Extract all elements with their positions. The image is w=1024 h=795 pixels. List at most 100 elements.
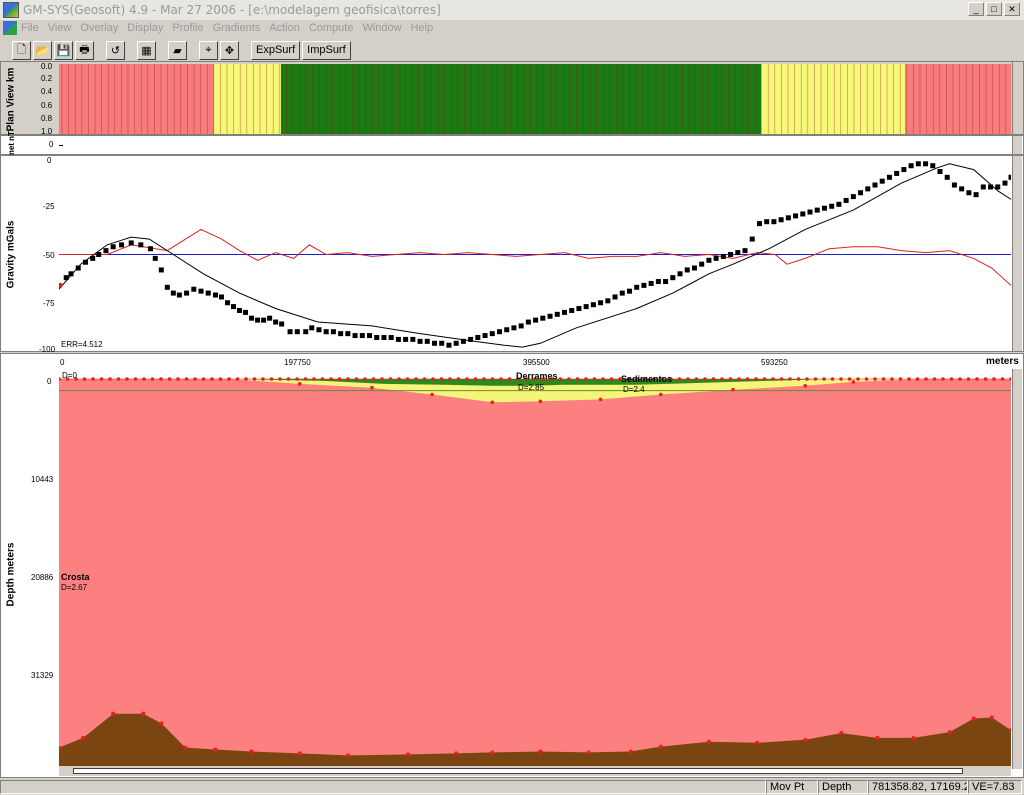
magnetic-scrollbar[interactable]	[1012, 136, 1022, 154]
menu-profile[interactable]: Profile	[172, 22, 203, 34]
surface-vertex	[507, 377, 512, 381]
surface-vertex	[856, 377, 860, 381]
gravity-observed-point	[670, 275, 676, 281]
gravity-scrollbar[interactable]	[1012, 156, 1022, 351]
menu-action[interactable]: Action	[269, 22, 300, 34]
gravity-observed-point	[988, 184, 994, 190]
menu-display[interactable]: Display	[127, 22, 163, 34]
save-icon[interactable]: 💾	[54, 40, 73, 60]
surface-vertex	[176, 377, 180, 381]
app-icon[interactable]	[3, 2, 19, 18]
menu-compute[interactable]: Compute	[309, 22, 354, 34]
new-file-icon[interactable]: 🗋	[12, 40, 31, 60]
mantle-vertex	[628, 749, 633, 754]
surface-vertex	[439, 377, 444, 381]
impsurf-button[interactable]: ImpSurf	[302, 40, 351, 60]
surface-vertex	[949, 377, 954, 381]
print-icon[interactable]: 🖶	[75, 40, 94, 60]
gravity-observed-point	[338, 331, 344, 337]
surface-vertex	[958, 377, 962, 381]
gravity-observed-point	[684, 267, 690, 273]
surface-vertex	[261, 377, 265, 381]
gravity-observed-point	[641, 282, 647, 288]
surface-vertex	[193, 377, 197, 381]
mantle-vertex	[406, 752, 411, 757]
gravity-observed-point	[699, 261, 705, 267]
document-icon[interactable]	[3, 21, 17, 35]
surface-vertex	[779, 377, 784, 381]
surface-vertex	[108, 377, 112, 381]
gravity-observed-point	[374, 334, 380, 340]
gravity-observed-point	[359, 333, 365, 339]
surface-vertex	[796, 377, 801, 381]
gravity-observed-point	[164, 284, 170, 290]
gravity-tick: -50	[43, 251, 55, 260]
gravity-observed-point	[352, 333, 358, 339]
depth-model[interactable]	[59, 369, 1011, 769]
distance-tick: 395500	[523, 358, 550, 367]
gravity-observed-point	[147, 246, 153, 252]
surface-vertex	[167, 377, 172, 381]
surface-vertex	[890, 377, 894, 381]
gravity-tick: -25	[43, 202, 55, 211]
menu-gradients[interactable]: Gradients	[213, 22, 261, 34]
body-name-crosta: Crosta	[61, 572, 90, 582]
expsurf-button[interactable]: ExpSurf	[251, 40, 301, 60]
body-density-derrames: D=2.85	[518, 383, 545, 392]
gravity-observed-point	[432, 340, 438, 346]
undo-icon[interactable]: ↺	[106, 40, 125, 60]
sediment-vertex	[658, 392, 663, 397]
gravity-observed-point	[316, 327, 322, 333]
surface-vertex	[295, 377, 299, 381]
menu-bar: File View Overlay Display Profile Gradie…	[0, 20, 1024, 36]
menu-view[interactable]: View	[48, 22, 72, 34]
gravity-observed-point	[212, 292, 218, 298]
open-folder-icon[interactable]: 📂	[33, 40, 52, 60]
menu-overlay[interactable]: Overlay	[80, 22, 118, 34]
gravity-observed-point	[1008, 174, 1011, 180]
crosshair-icon[interactable]: ⌖	[199, 40, 218, 60]
close-button[interactable]: ✕	[1004, 2, 1020, 16]
gravity-observed-point	[90, 255, 96, 261]
depth-scrollbar[interactable]	[1012, 369, 1022, 769]
plan-view-scrollbar[interactable]	[1012, 62, 1022, 134]
sediment-vertex	[598, 397, 603, 402]
gravity-observed-point	[923, 161, 929, 167]
gravity-observed-point	[82, 259, 88, 265]
body-name-sedimentos: Sedimentos	[621, 374, 673, 384]
surface-vertex	[592, 377, 597, 381]
surface-vertex	[609, 377, 614, 381]
gravity-observed-point	[417, 338, 423, 344]
surface-vertex	[822, 377, 826, 381]
gravity-observed-point	[944, 174, 950, 180]
horizontal-scrollbar[interactable]	[59, 766, 1011, 776]
gravity-observed-point	[323, 329, 329, 335]
gravity-tick: -75	[43, 299, 55, 308]
gravity-observed-point	[908, 163, 914, 169]
menu-file[interactable]: File	[21, 22, 39, 34]
surface-vertex	[278, 377, 282, 381]
maximize-button[interactable]: □	[986, 2, 1002, 16]
surface-vertex	[405, 377, 410, 381]
mantle-vertex	[803, 737, 808, 742]
gravity-observed-point	[424, 338, 430, 344]
surface-vertex	[159, 377, 163, 381]
gravity-observed-point	[915, 161, 921, 167]
gravity-observed-point	[980, 184, 986, 190]
title-bar: GM-SYS(Geosoft) 4.9 - Mar 27 2006 - [e:\…	[0, 0, 1024, 20]
gravity-plot[interactable]	[59, 158, 1011, 351]
move-point-icon[interactable]: ✥	[220, 40, 239, 60]
plan-tick: 0.8	[41, 114, 53, 123]
menu-help[interactable]: Help	[411, 22, 434, 34]
horizontal-scroll-thumb[interactable]	[73, 768, 963, 774]
gravity-observed-point	[800, 211, 806, 217]
book-icon[interactable]: ▰	[168, 40, 187, 60]
plan-view-strip[interactable]	[59, 64, 1011, 134]
menu-window[interactable]: Window	[362, 22, 401, 34]
minimize-button[interactable]: _	[968, 2, 984, 16]
gravity-observed-point	[886, 174, 892, 180]
gravity-observed-point	[605, 298, 611, 304]
calculator-icon[interactable]: ▦	[137, 40, 156, 60]
surface-vertex	[499, 377, 503, 381]
mantle-vertex	[839, 731, 844, 736]
